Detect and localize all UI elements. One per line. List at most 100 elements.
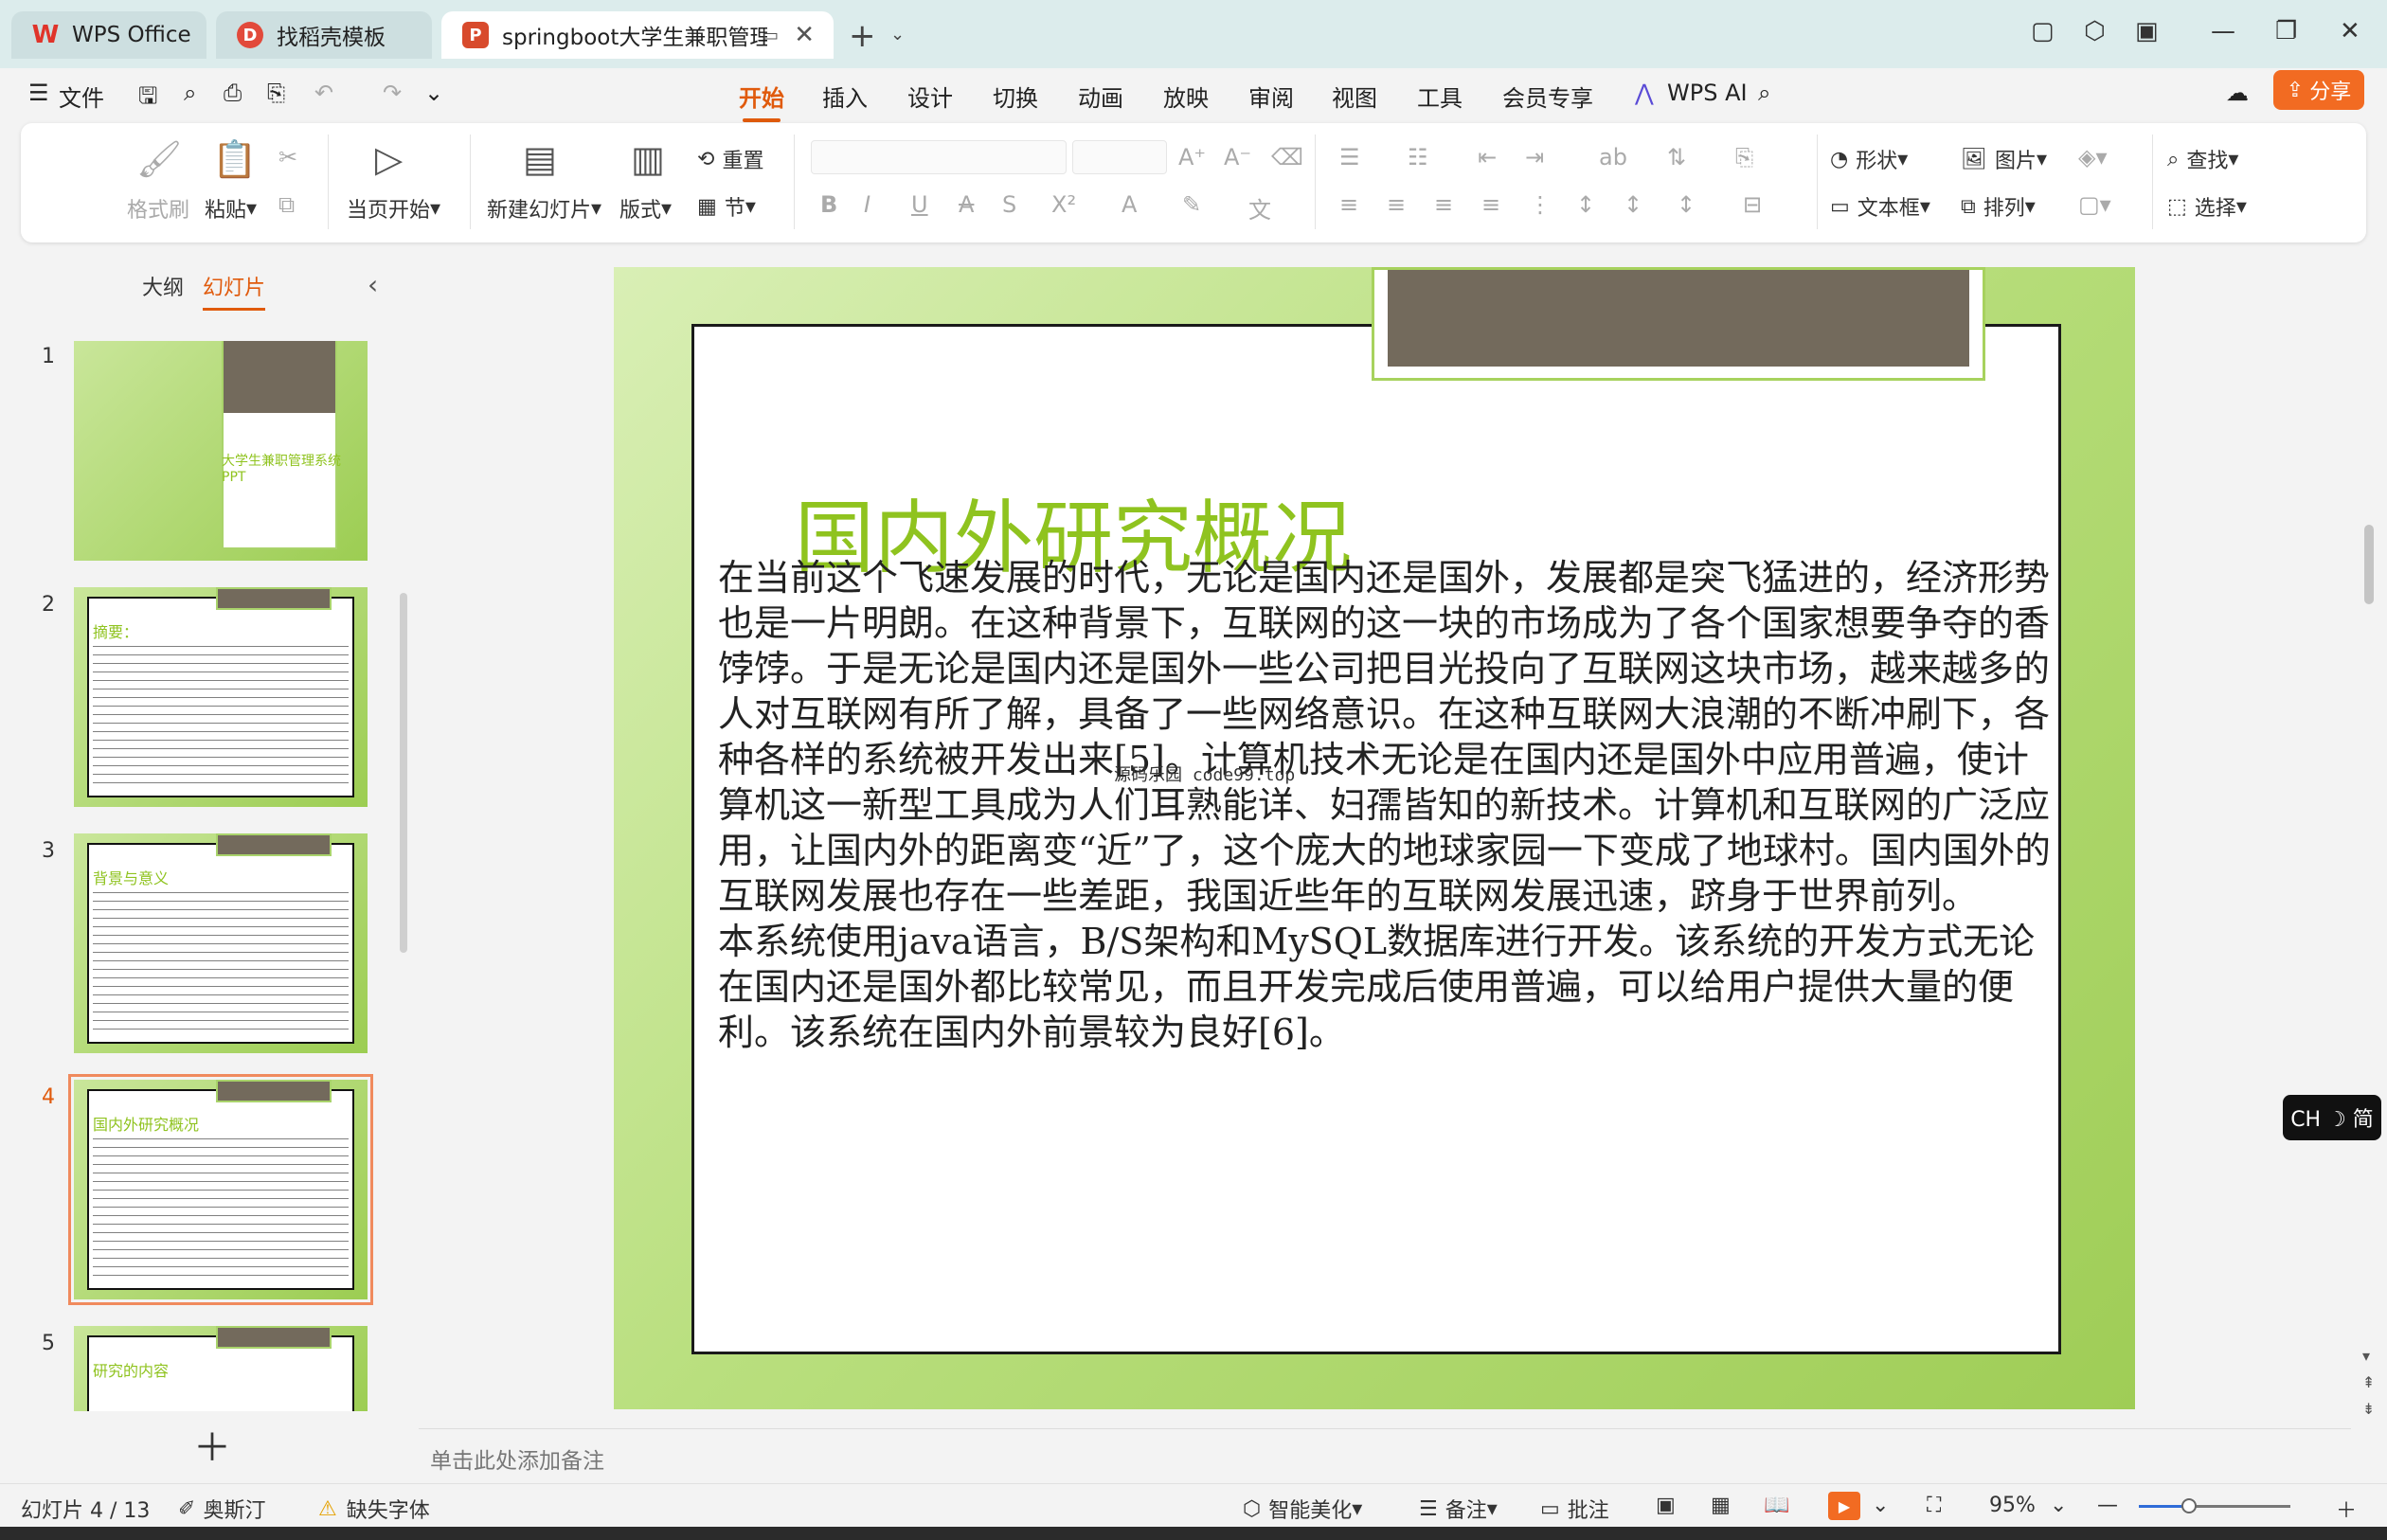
search-doc-icon[interactable]: ⌕	[184, 80, 196, 106]
italic-icon[interactable]: I	[864, 191, 870, 218]
phonetic-icon[interactable]: 文	[1248, 191, 1271, 224]
zoom-slider-handle[interactable]	[2181, 1498, 2197, 1513]
cube-icon[interactable]: ⬡	[2084, 17, 2106, 45]
tab-member[interactable]: 会员专享	[1502, 80, 1593, 113]
align-left-icon[interactable]: ≡	[1339, 191, 1358, 218]
missing-font-button[interactable]: ⚠ 缺失字体	[318, 1494, 430, 1524]
clear-format-icon[interactable]: ⌫	[1271, 144, 1303, 170]
share-button[interactable]: ⇪ 分享	[2273, 70, 2364, 110]
tab-design[interactable]: 设计	[907, 80, 953, 113]
redo-icon[interactable]: ↷	[383, 80, 402, 106]
scroll-down-icon[interactable]: ▾	[2362, 1347, 2370, 1365]
play-slideshow-icon[interactable]: ▶	[1828, 1492, 1860, 1520]
shape-button[interactable]: ◔ 形状 ▾	[1830, 144, 1908, 174]
copy-icon[interactable]: ⧉	[278, 191, 295, 218]
wps-ai-button[interactable]: WPS AI	[1667, 80, 1748, 106]
font-family-select[interactable]	[811, 140, 1067, 174]
bold-icon[interactable]: B	[820, 191, 837, 218]
close-window-icon[interactable]: ✕	[2340, 17, 2360, 45]
paste-button[interactable]: 粘贴 ▾	[205, 193, 257, 224]
file-menu[interactable]: 文件	[59, 80, 104, 113]
zoom-dropdown-icon[interactable]: ⌄	[2050, 1494, 2067, 1517]
bullet-list-icon[interactable]: ☰	[1339, 144, 1360, 170]
add-slide-button[interactable]: ＋	[193, 1417, 231, 1472]
convert-icon[interactable]: ⎘	[1735, 144, 1753, 170]
ime-indicator[interactable]: CH ☽ 简	[2283, 1095, 2381, 1140]
hamburger-icon[interactable]: ☰	[28, 80, 49, 106]
theme-button[interactable]: ✐ 奥斯汀	[178, 1494, 265, 1524]
undo-icon[interactable]: ↶	[314, 80, 333, 106]
tab-animation[interactable]: 动画	[1078, 80, 1123, 113]
play-from-current-button[interactable]: 当页开始 ▾	[347, 193, 440, 224]
strikethrough-icon[interactable]: A	[959, 191, 974, 218]
tab-slides[interactable]: 幻灯片	[203, 271, 266, 311]
zoom-slider[interactable]	[2139, 1498, 2290, 1513]
layout-button[interactable]: 版式 ▾	[619, 193, 672, 224]
save-icon[interactable]: 🖫	[138, 80, 157, 118]
tab-slideshow[interactable]: 放映	[1163, 80, 1209, 113]
search-icon[interactable]: ⌕	[1758, 80, 1770, 106]
highlight-icon[interactable]: ✎	[1182, 191, 1201, 218]
increase-indent-icon[interactable]: ⇥	[1525, 144, 1544, 170]
zoom-value[interactable]: 95%	[1989, 1494, 2036, 1517]
slide-thumbnail[interactable]: 研究的内容	[74, 1326, 368, 1411]
tab-transition[interactable]: 切换	[993, 80, 1038, 113]
paragraph-spacing-icon[interactable]: ↕	[1624, 191, 1642, 218]
chevron-down-icon[interactable]: ⌄	[890, 25, 905, 45]
font-color-icon[interactable]: A	[1122, 191, 1137, 218]
reset-button[interactable]: ⟲ 重置	[697, 144, 763, 174]
slide-thumbnail[interactable]: 摘要：	[74, 587, 368, 807]
tab-tools[interactable]: 工具	[1417, 80, 1463, 113]
column-spacing-icon[interactable]: ↕	[1677, 191, 1696, 218]
fill-icon[interactable]: ◈▾	[2078, 144, 2108, 170]
normal-view-icon[interactable]: ▣	[1656, 1494, 1676, 1517]
smart-beautify-button[interactable]: ⬡ 智能美化 ▾	[1243, 1494, 1362, 1524]
vertical-scrollbar[interactable]	[2364, 525, 2374, 604]
slide-thumbnail[interactable]: 大学生兼职管理系统PPT	[74, 341, 368, 561]
decrease-font-icon[interactable]: A⁻	[1224, 144, 1251, 170]
format-painter-button[interactable]: 格式刷	[127, 193, 189, 224]
font-size-select[interactable]	[1072, 140, 1167, 174]
collapse-panel-icon[interactable]: ‹	[368, 269, 378, 300]
restore-layout-icon[interactable]: ▢	[2031, 17, 2055, 45]
select-button[interactable]: ⬚ 选择 ▾	[2167, 191, 2247, 222]
shadow-icon[interactable]: S	[1002, 191, 1016, 218]
zoom-out-icon[interactable]: —	[2097, 1494, 2118, 1517]
numbered-list-icon[interactable]: ☷	[1408, 144, 1428, 170]
tab-document[interactable]: P springboot大学生兼职管理系 ▭ ✕	[441, 11, 834, 59]
justify-icon[interactable]: ≡	[1481, 191, 1500, 218]
tab-insert[interactable]: 插入	[822, 80, 868, 113]
tab-outline[interactable]: 大纲	[142, 271, 184, 301]
print-icon[interactable]: ⎙	[224, 80, 242, 106]
picture-button[interactable]: 🖼 图片 ▾	[1961, 144, 2047, 174]
play-options-icon[interactable]: ⌄	[1872, 1494, 1889, 1517]
distribute-icon[interactable]: ⋮	[1529, 191, 1552, 218]
tab-wps-office[interactable]: W WPS Office	[11, 11, 206, 59]
reading-view-icon[interactable]: 📖	[1764, 1494, 1789, 1517]
cloud-icon[interactable]: ☁	[2226, 80, 2249, 106]
zoom-in-icon[interactable]: ＋	[2336, 1494, 2357, 1524]
textbox-button[interactable]: ▭ 文本框 ▾	[1830, 191, 1930, 222]
slide-thumbnail[interactable]: 背景与意义	[74, 833, 368, 1053]
align-right-icon[interactable]: ≡	[1434, 191, 1453, 218]
line-spacing-icon[interactable]: ↕	[1576, 191, 1595, 218]
notes-toggle-button[interactable]: ☰ 备注 ▾	[1419, 1494, 1498, 1524]
text-direction-icon[interactable]: ab	[1599, 144, 1627, 170]
panel-scrollbar[interactable]	[400, 593, 407, 953]
fit-window-icon[interactable]: ⛶	[1927, 1494, 1941, 1517]
notes-area[interactable]: 单击此处添加备注	[419, 1428, 2351, 1483]
tab-home[interactable]: 开始	[739, 80, 784, 122]
find-button[interactable]: ⌕ 查找 ▾	[2167, 144, 2238, 174]
underline-icon[interactable]: U	[911, 191, 928, 218]
cut-icon[interactable]: ✂	[278, 144, 297, 170]
vertical-align-icon[interactable]: ⊟	[1743, 191, 1762, 218]
new-slide-button[interactable]: 新建幻灯片 ▾	[487, 193, 601, 224]
prev-slide-icon[interactable]: ⇞	[2362, 1373, 2375, 1391]
sort-icon[interactable]: ⇅	[1667, 144, 1686, 170]
arrange-button[interactable]: ⧉ 排列 ▾	[1961, 191, 2036, 222]
avatar[interactable]: ▣	[2135, 17, 2159, 45]
comment-button[interactable]: ▭ 批注	[1540, 1494, 1609, 1524]
new-tab-button[interactable]: +	[849, 17, 876, 55]
decrease-indent-icon[interactable]: ⇤	[1478, 144, 1497, 170]
next-slide-icon[interactable]: ⇟	[2362, 1400, 2375, 1418]
